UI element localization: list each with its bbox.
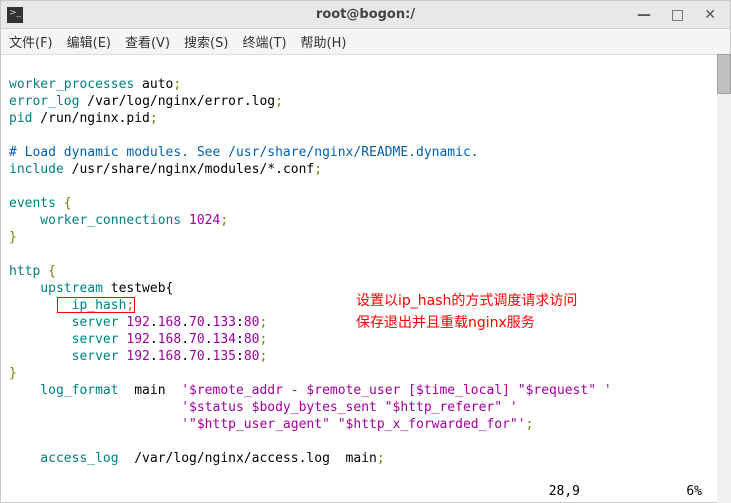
menu-help[interactable]: 帮助(H): [301, 32, 347, 51]
window-title: root@bogon:/: [1, 7, 730, 22]
code-line: log_format main '$remote_addr - $remote_…: [9, 383, 612, 398]
menubar: 文件(F) 编辑(E) 查看(V) 搜索(S) 终端(T) 帮助(H): [1, 29, 730, 55]
terminal-window: root@bogon:/ — □ ✕ 文件(F) 编辑(E) 查看(V) 搜索(…: [0, 0, 731, 503]
menu-view[interactable]: 查看(V): [125, 32, 170, 51]
code-line: include /usr/share/nginx/modules/*.conf;: [9, 162, 322, 177]
menu-file[interactable]: 文件(F): [9, 32, 53, 51]
code-line: server 192.168.70.135:80;: [9, 349, 267, 364]
cursor-position: 28,9: [549, 483, 580, 500]
annotation-line1: 设置以ip_hash的方式调度请求访问: [356, 293, 577, 310]
code-line: http {: [9, 264, 56, 279]
code-line: worker_connections 1024;: [9, 213, 228, 228]
close-button[interactable]: ✕: [704, 7, 716, 23]
scrollbar-thumb[interactable]: [717, 54, 731, 94]
code-line: }: [9, 230, 17, 245]
titlebar[interactable]: root@bogon:/ — □ ✕: [1, 1, 730, 29]
code-line: }: [9, 366, 17, 381]
code-line: error_log /var/log/nginx/error.log;: [9, 94, 283, 109]
code-line: server 192.168.70.134:80;: [9, 332, 267, 347]
menu-search[interactable]: 搜索(S): [184, 32, 228, 51]
menu-edit[interactable]: 编辑(E): [67, 32, 111, 51]
annotation-line2: 保存退出并且重载nginx服务: [356, 315, 535, 332]
code-line: server 192.168.70.133:80;: [9, 315, 267, 330]
scroll-percent: 6%: [686, 483, 702, 500]
code-line: upstream testweb{: [9, 281, 173, 296]
code-line: access_log /var/log/nginx/access.log mai…: [9, 451, 385, 466]
highlight-box: [57, 297, 135, 313]
code-line: '"$http_user_agent" "$http_x_forwarded_f…: [9, 417, 533, 432]
terminal-icon: [7, 7, 23, 23]
code-line: # Load dynamic modules. See /usr/share/n…: [9, 145, 479, 160]
editor-area[interactable]: worker_processes auto; error_log /var/lo…: [1, 55, 730, 502]
code-line: '$status $body_bytes_sent "$http_referer…: [9, 400, 518, 415]
scrollbar[interactable]: [717, 54, 731, 503]
code-line: pid /run/nginx.pid;: [9, 111, 158, 126]
code-line: events {: [9, 196, 72, 211]
window-controls: — □ ✕: [637, 7, 730, 23]
menu-terminal[interactable]: 终端(T): [242, 32, 286, 51]
code-line: worker_processes auto;: [9, 77, 181, 92]
minimize-button[interactable]: —: [637, 7, 651, 23]
maximize-button[interactable]: □: [671, 7, 684, 23]
